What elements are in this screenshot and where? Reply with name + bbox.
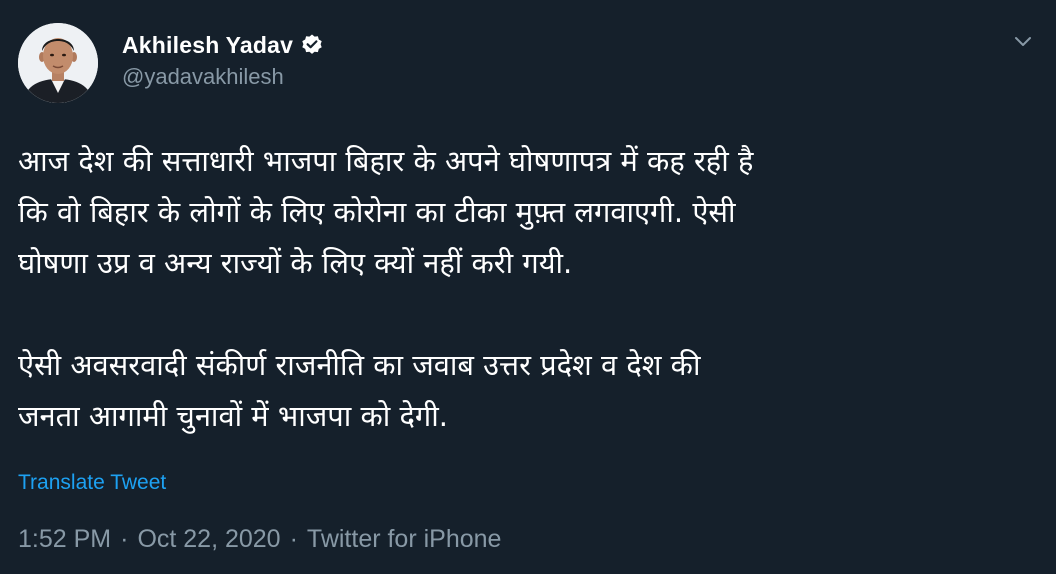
meta-separator: · (120, 525, 129, 553)
verified-badge-icon (300, 33, 324, 57)
tweet-time[interactable]: 1:52 PM (18, 525, 111, 554)
tweet-text: आज देश की सत्ताधारी भाजपा बिहार के अपने … (18, 136, 1038, 442)
tweet-source[interactable]: Twitter for iPhone (307, 525, 502, 554)
meta-separator: · (289, 525, 298, 553)
display-name[interactable]: Akhilesh Yadav (122, 32, 293, 59)
author-info: Akhilesh Yadav @yadavakhilesh (122, 28, 324, 90)
author-name-row[interactable]: Akhilesh Yadav (122, 28, 324, 62)
chevron-down-icon[interactable] (1012, 30, 1034, 52)
profile-photo (18, 23, 98, 103)
tweet-metadata: 1:52 PM · Oct 22, 2020 · Twitter for iPh… (18, 525, 501, 554)
author-handle[interactable]: @yadavakhilesh (122, 64, 324, 90)
tweet-paragraph-2: ऐसी अवसरवादी संकीर्ण राजनीति का जवाब उत्… (18, 348, 701, 433)
avatar[interactable] (18, 23, 98, 103)
tweet-paragraph-1: आज देश की सत्ताधारी भाजपा बिहार के अपने … (18, 144, 754, 280)
tweet-date[interactable]: Oct 22, 2020 (137, 525, 280, 554)
translate-tweet-link[interactable]: Translate Tweet (18, 471, 166, 495)
tweet-card: Akhilesh Yadav @yadavakhilesh आज देश की … (0, 0, 1056, 574)
